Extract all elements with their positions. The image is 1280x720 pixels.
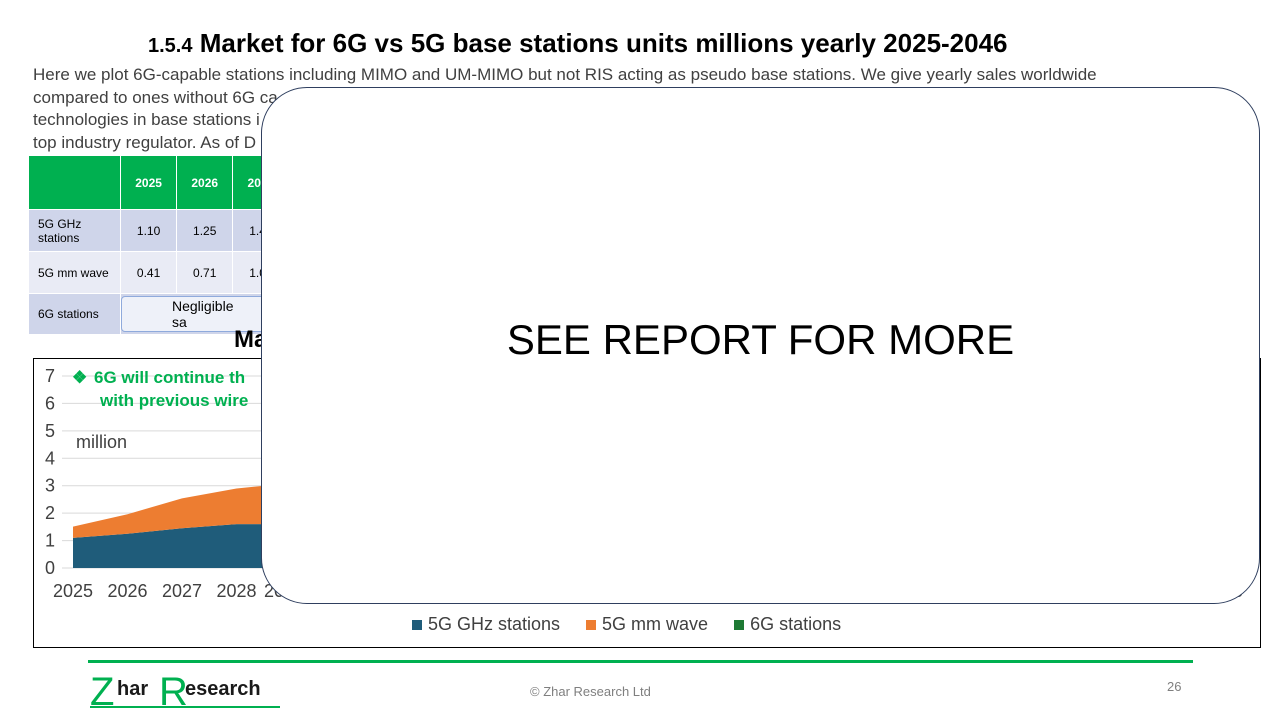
legend-swatch <box>586 619 597 630</box>
y-tick-label: 2 <box>45 503 55 523</box>
y-tick-label: 1 <box>45 531 55 551</box>
x-tick-label: 2025 <box>53 581 93 601</box>
zhar-research-logo: Z har R esearch <box>90 670 280 711</box>
overlay-text: SEE REPORT FOR MORE <box>506 315 1015 363</box>
copyright: © Zhar Research Ltd <box>530 684 651 699</box>
y-tick-label: 7 <box>45 366 55 386</box>
y-tick-label: 3 <box>45 476 55 496</box>
bullet-line: 6G will continue th <box>94 368 246 387</box>
footer-divider <box>88 660 1193 663</box>
chart-areas <box>73 482 291 568</box>
diamond-bullet-icon: ❖ <box>72 368 88 387</box>
chart-legend: 5G GHz stations 5G mm wave 6G stations <box>412 614 841 635</box>
logo-z: Z <box>90 670 114 711</box>
legend-item: 5G GHz stations <box>412 614 560 635</box>
legend-swatch <box>734 619 745 630</box>
x-tick-label: 2027 <box>162 581 202 601</box>
logo-har: har <box>117 678 148 700</box>
chart-bullet-note: ❖ 6G will continue th with previous wire <box>72 366 248 412</box>
legend-label: 5G mm wave <box>602 614 709 634</box>
bullet-line: with previous wire <box>100 391 249 410</box>
x-tick-label: 2026 <box>107 581 147 601</box>
report-overlay: SEE REPORT FOR MORE <box>261 87 1260 604</box>
legend-label: 5G GHz stations <box>428 614 561 634</box>
logo-r: R <box>159 670 188 711</box>
y-tick-label: 5 <box>45 421 55 441</box>
y-axis-unit-label: million <box>76 432 128 452</box>
logo-esearch: esearch <box>185 678 261 700</box>
page-number: 26 <box>1167 679 1182 694</box>
x-tick-label: 2028 <box>216 581 256 601</box>
y-axis-ticks: 0 1 2 3 4 5 6 7 <box>45 366 55 578</box>
y-tick-label: 4 <box>45 448 55 468</box>
legend-swatch <box>412 619 422 630</box>
y-tick-label: 6 <box>45 393 55 413</box>
legend-item: 6G stations <box>734 614 841 635</box>
y-tick-label: 0 <box>45 558 55 578</box>
legend-item: 5G mm wave <box>586 614 708 635</box>
legend-label: 6G stations <box>750 614 842 634</box>
